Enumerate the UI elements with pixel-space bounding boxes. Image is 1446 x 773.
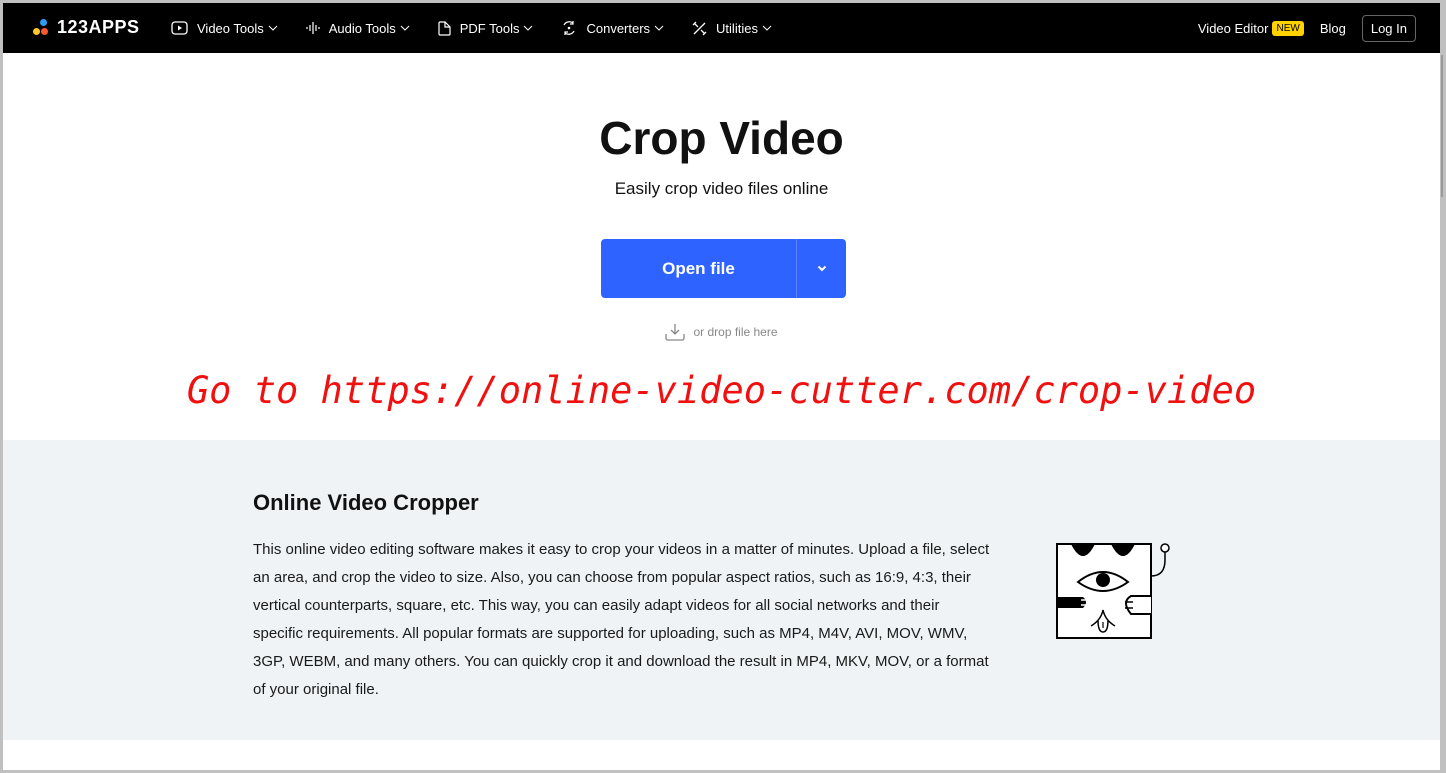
page-scrollbar[interactable] xyxy=(1440,3,1446,770)
drop-hint-text: or drop file here xyxy=(693,325,778,339)
play-icon xyxy=(171,21,188,35)
chevron-down-icon xyxy=(524,25,533,31)
open-file-dropdown-button[interactable] xyxy=(796,239,846,298)
section-title: Online Video Cropper xyxy=(253,490,479,515)
video-editor-link[interactable]: Video Editor xyxy=(1198,21,1269,36)
nav-audio-tools[interactable]: Audio Tools xyxy=(306,21,410,36)
scrollbar-thumb[interactable] xyxy=(1441,55,1443,197)
nav-video-tools[interactable]: Video Tools xyxy=(171,21,278,36)
chevron-down-icon xyxy=(400,25,410,31)
browser-viewport: 123APPS Video Tools Audio Tools PDF Tool… xyxy=(3,3,1440,770)
open-file-button[interactable]: Open file xyxy=(601,239,796,298)
nav-label: Utilities xyxy=(716,20,758,36)
logo[interactable]: 123APPS xyxy=(31,17,140,38)
right-nav: Video Editor NEW Blog Log In xyxy=(1198,3,1416,53)
drop-zone-hint: or drop file here xyxy=(3,323,1440,341)
blog-link[interactable]: Blog xyxy=(1320,21,1346,36)
waveform-icon xyxy=(306,22,320,34)
logo-icon xyxy=(31,18,51,38)
info-section: Online Video Cropper This online video e… xyxy=(3,440,1440,740)
logo-text: 123APPS xyxy=(57,17,140,37)
main-nav: Video Tools Audio Tools PDF Tools Conver… xyxy=(171,3,800,53)
nav-converters[interactable]: Converters xyxy=(561,20,664,36)
new-badge: NEW xyxy=(1272,20,1304,36)
instruction-annotation: Go to https://online-video-cutter.com/cr… xyxy=(186,369,1257,412)
tools-icon xyxy=(692,21,707,35)
nav-label: Video Tools xyxy=(197,20,264,36)
nav-utilities[interactable]: Utilities xyxy=(692,21,772,36)
nav-label: Converters xyxy=(586,20,651,36)
nav-pdf-tools[interactable]: PDF Tools xyxy=(438,21,534,36)
page-subtitle: Easily crop video files online xyxy=(614,179,829,198)
chevron-down-icon xyxy=(654,25,664,31)
nav-label: PDF Tools xyxy=(459,20,520,36)
section-description: This online video editing software makes… xyxy=(253,541,990,698)
login-button[interactable]: Log In xyxy=(1361,14,1416,42)
mascot-illustration-icon xyxy=(1056,543,1170,639)
chevron-down-icon xyxy=(268,25,278,31)
download-icon xyxy=(665,324,686,341)
nav-label: Audio Tools xyxy=(328,20,396,36)
site-header: 123APPS Video Tools Audio Tools PDF Tool… xyxy=(3,3,1440,53)
convert-icon xyxy=(563,21,576,35)
document-icon xyxy=(438,20,451,36)
page-title: Crop Video xyxy=(599,112,844,164)
chevron-down-icon xyxy=(762,25,772,31)
chevron-down-icon xyxy=(817,265,826,272)
open-file-button-group: Open file xyxy=(601,239,846,298)
